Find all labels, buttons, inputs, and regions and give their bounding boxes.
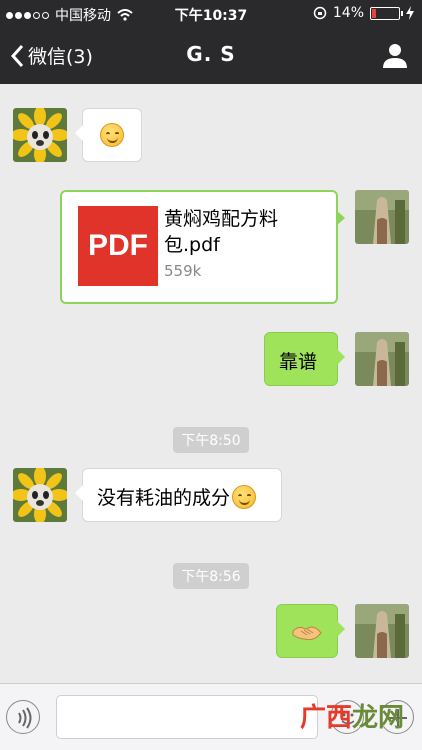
battery-percent: 14% [332, 5, 364, 21]
received-text-bubble[interactable]: 没有耗油的成分 [75, 468, 282, 522]
received-emoji-bubble[interactable] [75, 108, 142, 162]
handshake-emoji-icon [292, 626, 322, 641]
message-text: 靠谱 [279, 351, 318, 373]
watermark-logo: 广西 龙网 [300, 703, 405, 733]
contact-avatar[interactable] [13, 468, 67, 522]
sent-text-bubble[interactable]: 靠谱 [264, 332, 345, 386]
status-bar: 中国移动 下午10:37 14% [0, 0, 422, 28]
contact-profile-icon[interactable] [380, 40, 410, 70]
message-text: 没有耗油的成分 [97, 487, 231, 509]
my-avatar[interactable] [355, 190, 409, 244]
file-message-card[interactable]: PDF 黄焖鸡配方料 包.pdf 559k [60, 190, 345, 304]
smile-emoji-icon [232, 484, 257, 509]
voice-icon [18, 707, 32, 729]
chat-title: G. S [186, 42, 236, 66]
contact-avatar[interactable] [13, 108, 67, 162]
pdf-file-icon: PDF [78, 206, 158, 286]
battery-icon [370, 6, 403, 20]
smile-emoji-icon [100, 123, 124, 147]
my-avatar[interactable] [355, 332, 409, 386]
voice-input-button[interactable] [6, 700, 40, 734]
timestamp: 下午8:56 [0, 563, 422, 589]
timestamp: 下午8:50 [0, 427, 422, 453]
nav-bar: 微信(3) G. S [0, 28, 422, 84]
message-input[interactable] [56, 695, 318, 739]
sent-emoji-bubble[interactable] [276, 604, 345, 658]
file-size: 559k [164, 262, 202, 280]
charging-icon [406, 6, 414, 20]
rotation-lock-icon [313, 6, 327, 20]
file-name: 黄焖鸡配方料 包.pdf [164, 208, 279, 256]
my-avatar[interactable] [355, 604, 409, 658]
